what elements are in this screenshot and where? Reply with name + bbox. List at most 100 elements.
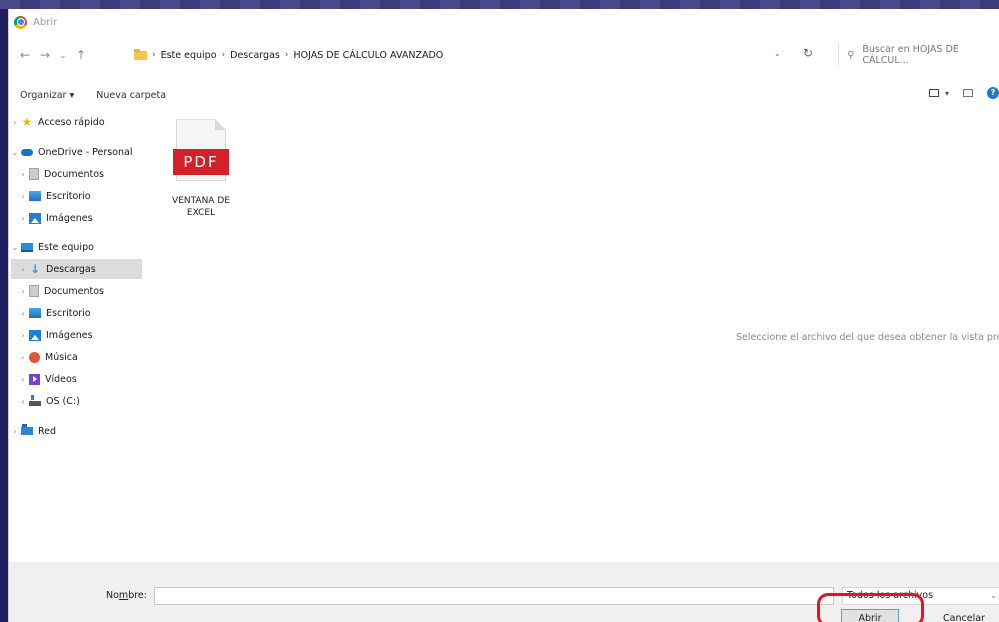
sidebar-item-label: Acceso rápido: [38, 116, 105, 128]
pictures-icon: [29, 212, 41, 224]
sidebar-item-videos[interactable]: › Vídeos: [9, 369, 142, 389]
chevron-right-icon[interactable]: ›: [17, 397, 29, 406]
music-icon: [29, 351, 40, 363]
chevron-right-icon[interactable]: ›: [17, 331, 29, 340]
breadcrumb-item-este-equipo[interactable]: Este equipo: [161, 50, 217, 61]
sidebar-item-escritorio[interactable]: › Escritorio: [9, 303, 142, 323]
sidebar-item-label: OneDrive - Personal: [38, 146, 133, 158]
cloud-icon: [21, 148, 33, 156]
desktop-icon: [29, 191, 41, 201]
chevron-right-icon[interactable]: ›: [17, 287, 29, 296]
sidebar-item-label: Descargas: [46, 263, 96, 275]
forward-arrow-icon[interactable]: →: [35, 48, 55, 62]
sidebar-item-label: Escritorio: [46, 190, 91, 202]
sidebar-item-label: Este equipo: [38, 241, 94, 253]
file-name: VENTANA DE EXCEL: [172, 196, 230, 218]
pictures-icon: [29, 329, 41, 341]
star-icon: ★: [21, 115, 33, 129]
chevron-right-icon: ›: [284, 50, 289, 60]
breadcrumb[interactable]: › Este equipo › Descargas › HOJAS DE CÁL…: [126, 43, 833, 67]
file-type-value: Todos los archivos: [847, 590, 934, 601]
open-button[interactable]: Abrir: [841, 609, 899, 622]
dialog-footer: Nombre: ⌄ Todos los archivos ⌄ Abrir Can…: [9, 562, 999, 622]
preview-message: Seleccione el archivo del que desea obte…: [736, 332, 999, 343]
address-dropdown-chevron-icon[interactable]: ⌄: [774, 49, 781, 58]
sidebar-item-descargas[interactable]: › ↓ Descargas: [9, 259, 142, 279]
cancel-button[interactable]: Cancelar: [935, 609, 993, 622]
drive-icon: [29, 394, 41, 406]
search-placeholder: Buscar en HOJAS DE CÁLCUL...: [862, 44, 959, 66]
file-name-input[interactable]: [154, 587, 834, 605]
file-type-select[interactable]: Todos los archivos ⌄: [842, 587, 999, 605]
search-icon: ⚲: [847, 49, 855, 61]
videos-icon: [29, 373, 40, 385]
sidebar-item-onedrive-imagenes[interactable]: › Imágenes: [9, 208, 142, 228]
view-controls: ▾ ?: [928, 87, 999, 99]
sidebar-item-onedrive-escritorio[interactable]: › Escritorio: [9, 186, 142, 206]
view-options-chevron-icon[interactable]: ▾: [945, 89, 949, 98]
change-view-icon[interactable]: [928, 89, 939, 97]
sidebar-item-imagenes[interactable]: › Imágenes: [9, 325, 142, 345]
sidebar-item-onedrive-documentos[interactable]: › Documentos: [9, 164, 142, 184]
chrome-icon: [14, 15, 27, 29]
sidebar-item-label: Vídeos: [45, 373, 77, 385]
command-bar: Organizar ▾ Nueva carpeta ▾ ?: [9, 84, 999, 106]
sidebar-item-acceso-rapido[interactable]: › ★ Acceso rápido: [9, 112, 142, 132]
sidebar-item-os-c[interactable]: › OS (C:): [9, 391, 142, 411]
download-icon: ↓: [29, 262, 41, 276]
search-input[interactable]: ⚲ Buscar en HOJAS DE CÁLCUL...: [838, 43, 999, 67]
chevron-right-icon[interactable]: ›: [17, 192, 29, 201]
up-arrow-icon[interactable]: ↑: [71, 48, 91, 62]
chevron-right-icon: ›: [221, 50, 226, 60]
sidebar-item-este-equipo[interactable]: ⌄ Este equipo: [9, 237, 142, 257]
sidebar-item-red[interactable]: › Red: [9, 421, 142, 441]
organize-button[interactable]: Organizar ▾: [20, 90, 74, 101]
breadcrumb-item-hojas-de-calculo[interactable]: HOJAS DE CÁLCULO AVANZADO: [293, 50, 443, 61]
computer-icon: [21, 242, 33, 252]
preview-pane-icon[interactable]: [963, 89, 973, 97]
organize-label: Organizar: [20, 89, 67, 101]
folder-icon: [134, 48, 147, 60]
help-icon[interactable]: ?: [987, 87, 999, 99]
chevron-right-icon: ›: [152, 50, 156, 60]
network-icon: [21, 424, 33, 435]
sidebar-item-documentos[interactable]: › Documentos: [9, 281, 142, 301]
chevron-right-icon[interactable]: ›: [17, 170, 29, 179]
title-bar: Abrir: [9, 9, 999, 35]
address-bar-row: ← → ⌄ ↑ › Este equipo › Descargas › HOJA…: [9, 39, 999, 71]
sidebar-item-label: Imágenes: [46, 329, 93, 341]
chevron-right-icon[interactable]: ›: [17, 375, 29, 384]
refresh-icon[interactable]: ↻: [803, 46, 813, 60]
desktop-icon: [29, 308, 41, 318]
caret-down-icon: ▾: [69, 89, 75, 101]
back-arrow-icon[interactable]: ←: [15, 48, 35, 62]
sidebar-item-label: Red: [38, 425, 57, 437]
new-folder-button[interactable]: Nueva carpeta: [96, 90, 166, 101]
sidebar-item-label: Música: [45, 351, 78, 363]
chevron-right-icon[interactable]: ›: [17, 309, 29, 318]
sidebar-item-label: Imágenes: [46, 212, 93, 224]
window-title: Abrir: [33, 16, 58, 28]
navigation-pane: › ★ Acceso rápido ⌄ OneDrive - Personal …: [9, 112, 142, 552]
open-file-dialog: Abrir ← → ⌄ ↑ › Este equipo › Descargas …: [8, 9, 999, 622]
chevron-right-icon[interactable]: ›: [17, 353, 29, 362]
background-strip: [0, 0, 999, 9]
breadcrumb-item-descargas[interactable]: Descargas: [230, 50, 280, 61]
sidebar-item-label: OS (C:): [46, 395, 80, 407]
chevron-down-icon: ⌄: [990, 591, 997, 600]
documents-icon: [29, 285, 39, 297]
file-name-dropdown-chevron-icon[interactable]: ⌄: [822, 590, 829, 599]
chevron-right-icon[interactable]: ›: [17, 214, 29, 223]
sidebar-item-onedrive[interactable]: ⌄ OneDrive - Personal: [9, 142, 142, 162]
sidebar-item-label: Documentos: [44, 285, 104, 297]
chevron-right-icon[interactable]: ›: [17, 265, 29, 274]
file-item[interactable]: PDF VENTANA DE EXCEL: [169, 119, 233, 229]
window-edge: [9, 35, 11, 622]
pdf-badge: PDF: [173, 149, 229, 175]
sidebar-item-label: Documentos: [44, 168, 104, 180]
documents-icon: [29, 168, 39, 180]
recent-locations-chevron-icon[interactable]: ⌄: [55, 51, 71, 60]
sidebar-item-label: Escritorio: [46, 307, 91, 319]
file-name-label: Nombre:: [106, 590, 147, 601]
sidebar-item-musica[interactable]: › Música: [9, 347, 142, 367]
